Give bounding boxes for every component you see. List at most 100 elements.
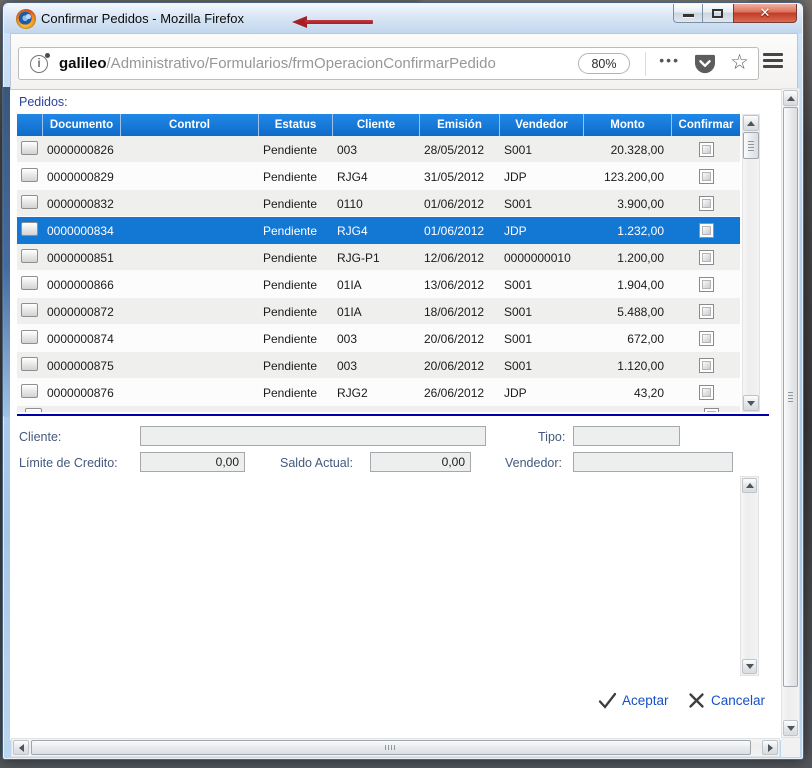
cell-vendedor: JDP	[500, 224, 584, 238]
row-selector-button[interactable]	[21, 357, 38, 371]
confirmar-checkbox[interactable]	[699, 358, 714, 373]
confirmar-checkbox[interactable]	[704, 408, 719, 412]
cell-vendedor: 0000000010	[500, 251, 584, 265]
scroll-up-button[interactable]	[743, 115, 759, 131]
table-row[interactable]: 0000000834PendienteRJG401/06/2012JDP1.23…	[17, 217, 740, 244]
row-selector-button[interactable]	[25, 408, 42, 412]
vendedor-field[interactable]	[573, 452, 733, 472]
cell-estatus: Pendiente	[259, 197, 333, 211]
column-header-emision[interactable]: Emisión	[420, 114, 500, 136]
cell-estatus: Pendiente	[259, 332, 333, 346]
saldo-actual-field[interactable]: 0,00	[370, 452, 471, 472]
window-titlebar[interactable]: Confirmar Pedidos - Mozilla Firefox ✕	[4, 4, 802, 33]
column-header-monto[interactable]: Monto	[584, 114, 672, 136]
table-row[interactable]: 0000000872Pendiente01IA18/06/2012S0015.4…	[17, 298, 740, 325]
scrollbar-thumb[interactable]	[743, 132, 759, 159]
cell-estatus: Pendiente	[259, 278, 333, 292]
table-row[interactable]: 0000000866Pendiente01IA13/06/2012S0011.9…	[17, 271, 740, 298]
scroll-down-button[interactable]	[742, 659, 757, 674]
annotation-arrow-icon	[292, 16, 374, 28]
accept-button[interactable]: Aceptar	[622, 693, 669, 708]
horizontal-scrollbar[interactable]	[11, 738, 780, 757]
pedidos-table: DocumentoControlEstatusClienteEmisiónVen…	[17, 114, 740, 412]
column-header-confirmar[interactable]: Confirmar	[672, 114, 740, 136]
page-actions-icon[interactable]: •••	[659, 52, 680, 68]
cell-vendedor: JDP	[500, 170, 584, 184]
cell-emision: 20/06/2012	[420, 359, 500, 373]
column-header-cliente[interactable]: Cliente	[333, 114, 420, 136]
row-selector-button[interactable]	[21, 276, 38, 290]
cancel-button[interactable]: Cancelar	[711, 693, 765, 708]
row-selector-button[interactable]	[21, 303, 38, 317]
page-scrollbar[interactable]	[781, 88, 800, 738]
maximize-button[interactable]	[703, 4, 733, 23]
cliente-field[interactable]	[140, 426, 486, 446]
column-header-control[interactable]: Control	[121, 114, 259, 136]
zoom-level-badge[interactable]: 80%	[578, 53, 630, 74]
confirmar-checkbox[interactable]	[699, 169, 714, 184]
cell-cliente: 003	[333, 143, 420, 157]
table-scrollbar[interactable]	[742, 114, 760, 412]
vendedor-label: Vendedor:	[505, 456, 562, 470]
cell-vendedor: S001	[500, 359, 584, 373]
cell-vendedor: S001	[500, 305, 584, 319]
navigation-toolbar: i galileo/Administrativo/Formularios/frm…	[10, 33, 798, 90]
panel-scrollbar[interactable]	[740, 476, 759, 676]
scroll-up-button[interactable]	[742, 478, 757, 493]
column-header-vendedor[interactable]: Vendedor	[500, 114, 584, 136]
confirmar-checkbox[interactable]	[699, 142, 714, 157]
cell-emision: 26/06/2012	[420, 386, 500, 400]
scrollbar-thumb[interactable]	[783, 107, 798, 687]
scroll-left-button[interactable]	[13, 740, 29, 755]
row-selector-button[interactable]	[21, 330, 38, 344]
row-selector-button[interactable]	[21, 141, 38, 155]
confirmar-checkbox[interactable]	[699, 277, 714, 292]
menu-icon[interactable]	[763, 53, 783, 70]
scrollbar-thumb[interactable]	[31, 740, 751, 755]
table-row[interactable]: 0000000875Pendiente00320/06/2012S0011.12…	[17, 352, 740, 379]
scroll-down-button[interactable]	[743, 395, 759, 411]
row-selector-button[interactable]	[21, 195, 38, 209]
table-row[interactable]: 0000000829PendienteRJG431/05/2012JDP123.…	[17, 163, 740, 190]
close-button[interactable]: ✕	[733, 4, 797, 23]
tipo-label: Tipo:	[538, 430, 565, 444]
cell-monto: 1.232,00	[584, 224, 672, 238]
url-bar[interactable]: i galileo/Administrativo/Formularios/frm…	[18, 47, 759, 80]
table-row[interactable]: 0000000876PendienteRJG226/06/2012JDP43,2…	[17, 379, 740, 406]
close-icon: ✕	[734, 5, 796, 21]
tipo-field[interactable]	[573, 426, 680, 446]
table-row[interactable]: 0000000832Pendiente011001/06/2012S0013.9…	[17, 190, 740, 217]
confirmar-checkbox[interactable]	[699, 304, 714, 319]
cell-documento: 0000000851	[43, 251, 121, 265]
url-text[interactable]: galileo/Administrativo/Formularios/frmOp…	[59, 55, 579, 72]
table-row[interactable]: 0000000826Pendiente00328/05/2012S00120.3…	[17, 136, 740, 163]
table-row[interactable]: 0000000851PendienteRJG-P112/06/201200000…	[17, 244, 740, 271]
column-header-estatus[interactable]: Estatus	[259, 114, 333, 136]
cell-cliente: RJG4	[333, 224, 420, 238]
scroll-up-button[interactable]	[783, 90, 798, 106]
confirmar-checkbox[interactable]	[699, 250, 714, 265]
column-header-documento[interactable]: Documento	[43, 114, 121, 136]
pocket-icon[interactable]	[694, 54, 716, 74]
firefox-window: Confirmar Pedidos - Mozilla Firefox ✕ i …	[2, 2, 804, 760]
confirmar-checkbox[interactable]	[699, 223, 714, 238]
row-selector-button[interactable]	[21, 168, 38, 182]
cell-emision: 01/06/2012	[420, 197, 500, 211]
page-content: Pedidos: DocumentoControlEstatusClienteE…	[10, 90, 783, 740]
limite-credito-field[interactable]: 0,00	[140, 452, 245, 472]
cell-emision: 31/05/2012	[420, 170, 500, 184]
table-row[interactable]: 0000000874Pendiente00320/06/2012S001672,…	[17, 325, 740, 352]
row-selector-button[interactable]	[21, 222, 38, 236]
confirmar-checkbox[interactable]	[699, 385, 714, 400]
cell-estatus: Pendiente	[259, 359, 333, 373]
scroll-down-button[interactable]	[783, 720, 798, 736]
confirmar-checkbox[interactable]	[699, 331, 714, 346]
row-selector-button[interactable]	[21, 384, 38, 398]
cell-monto: 672,00	[584, 332, 672, 346]
confirmar-checkbox[interactable]	[699, 196, 714, 211]
scroll-right-button[interactable]	[762, 740, 778, 755]
row-selector-button[interactable]	[21, 249, 38, 263]
bookmark-star-icon[interactable]: ☆	[730, 50, 749, 75]
minimize-button[interactable]	[673, 4, 703, 23]
cell-documento: 0000000832	[43, 197, 121, 211]
